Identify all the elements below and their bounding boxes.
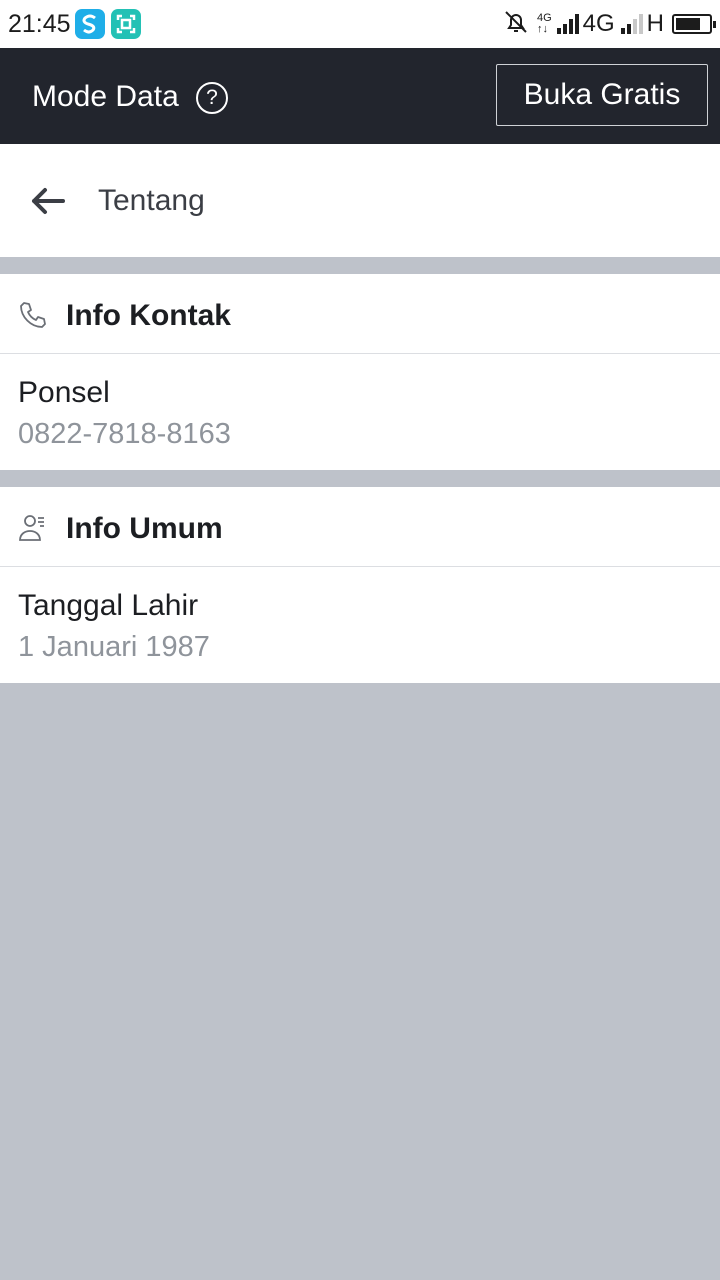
status-indicators: 4G ↑↓ 4G H xyxy=(503,8,716,40)
contact-section-title: Info Kontak xyxy=(66,299,231,332)
back-arrow-icon[interactable] xyxy=(30,186,66,216)
open-free-button[interactable]: Buka Gratis xyxy=(496,64,708,126)
person-info-icon xyxy=(18,513,48,543)
battery-icon xyxy=(672,14,716,34)
birthdate-value: 1 Januari 1987 xyxy=(18,631,210,663)
general-section: Info Umum Tanggal Lahir 1 Januari 1987 xyxy=(0,487,720,683)
nav-bar: Tentang xyxy=(0,144,720,257)
phone-value: 0822-7818-8163 xyxy=(18,418,231,450)
signal2-icon xyxy=(620,14,645,34)
birthdate-label: Tanggal Lahir xyxy=(18,589,199,622)
battery-fill xyxy=(676,18,700,30)
phone-icon xyxy=(18,300,48,330)
list-item[interactable]: Ponsel 0822-7818-8163 xyxy=(0,354,720,470)
mode-title: Mode Data xyxy=(32,80,179,113)
signal-icon xyxy=(556,14,581,34)
contact-section-header: Info Kontak xyxy=(0,274,720,354)
status-time: 21:45 xyxy=(8,10,71,38)
phone-label: Ponsel xyxy=(18,376,110,409)
net1-type: 4G ↑↓ xyxy=(537,13,552,35)
net3-type: H xyxy=(646,10,664,37)
top-bar: Mode Data ? Buka Gratis xyxy=(0,48,720,144)
page-title: Tentang xyxy=(98,184,205,217)
bell-off-icon xyxy=(503,9,529,40)
general-section-header: Info Umum xyxy=(0,487,720,567)
list-item[interactable]: Tanggal Lahir 1 Januari 1987 xyxy=(0,567,720,683)
help-icon[interactable]: ? xyxy=(196,82,228,114)
status-bar: 21:45 4G ↑↓ 4G H xyxy=(0,0,720,48)
net2-type: 4G xyxy=(582,10,615,37)
general-section-title: Info Umum xyxy=(66,512,223,545)
scan-icon xyxy=(111,9,141,39)
contact-section: Info Kontak Ponsel 0822-7818-8163 xyxy=(0,274,720,470)
data-arrows: ↑↓ xyxy=(536,23,548,35)
app-s-icon xyxy=(75,9,105,39)
